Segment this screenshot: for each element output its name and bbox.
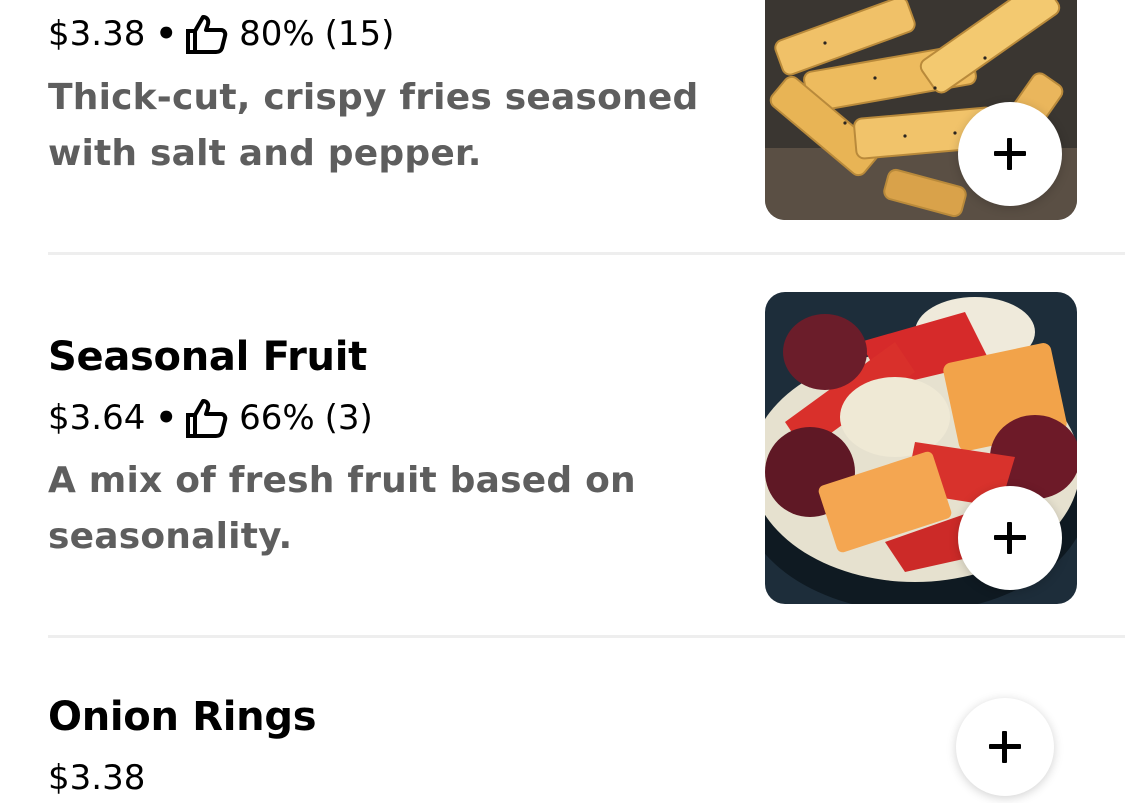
item-price: $3.38 bbox=[48, 758, 146, 798]
rating-percent: 66% bbox=[239, 398, 315, 438]
thumbs-up-icon bbox=[185, 14, 229, 54]
item-title: Onion Rings bbox=[48, 694, 317, 740]
separator-dot: • bbox=[155, 14, 178, 54]
thumbs-up-icon bbox=[185, 398, 229, 438]
plus-icon bbox=[989, 731, 1021, 763]
item-price: $3.64 bbox=[48, 398, 146, 438]
add-to-cart-button[interactable] bbox=[956, 698, 1054, 796]
rating-count: (3) bbox=[324, 398, 373, 438]
item-price-row: $3.38 bbox=[48, 758, 145, 798]
plus-icon bbox=[994, 522, 1026, 554]
add-to-cart-button[interactable] bbox=[958, 486, 1062, 590]
plus-icon bbox=[994, 138, 1026, 170]
item-description: A mix of fresh fruit based on seasonalit… bbox=[48, 460, 636, 557]
add-to-cart-button[interactable] bbox=[958, 102, 1062, 206]
item-title: Seasonal Fruit bbox=[48, 334, 367, 380]
item-description: Thick-cut, crispy fries seasoned with sa… bbox=[48, 77, 699, 174]
separator-dot: • bbox=[155, 398, 178, 438]
rating-percent: 80% bbox=[239, 14, 315, 54]
price-rating-row: $3.64 • 66% (3) bbox=[48, 398, 373, 438]
price-rating-row: $3.38 • 80% (15) bbox=[48, 14, 394, 54]
menu-item-onion-rings[interactable]: Onion Rings $3.38 bbox=[48, 638, 1125, 803]
menu-list: $3.38 • 80% (15) Thick-cut, crispy fries… bbox=[0, 0, 1125, 803]
rating-count: (15) bbox=[324, 14, 395, 54]
item-price: $3.38 bbox=[48, 14, 146, 54]
menu-item-seasonal-fruit[interactable]: Seasonal Fruit $3.64 • 66% (3) A mix of … bbox=[48, 255, 1125, 635]
menu-item-fries[interactable]: $3.38 • 80% (15) Thick-cut, crispy fries… bbox=[48, 0, 1125, 250]
